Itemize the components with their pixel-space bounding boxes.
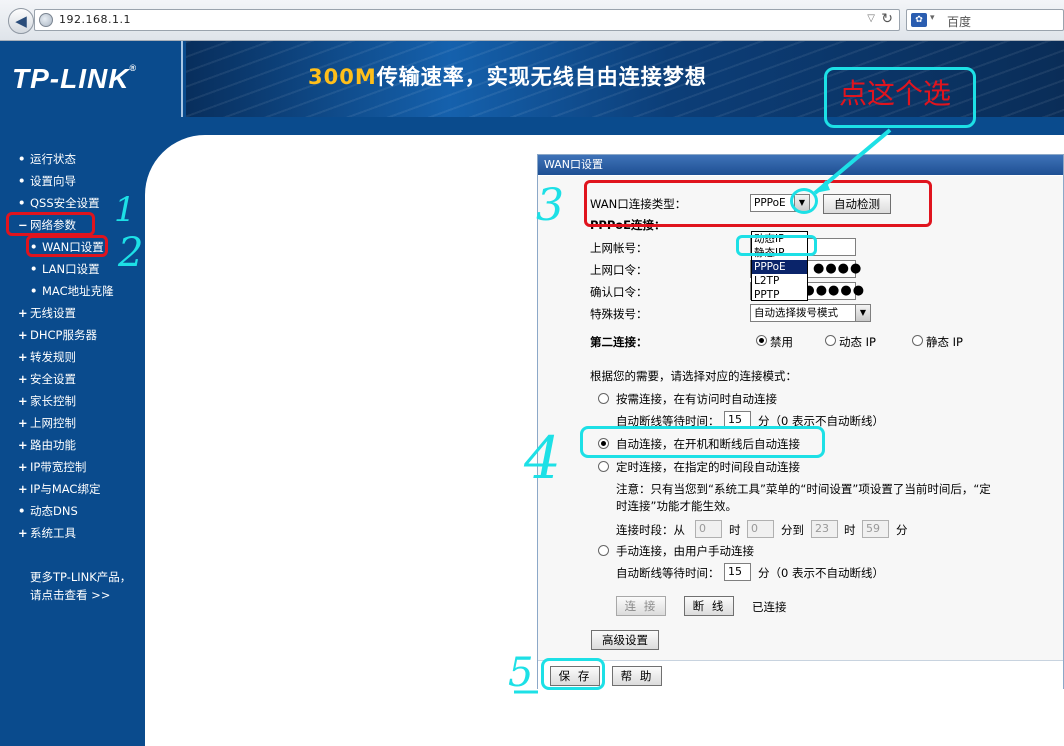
sidebar-item-routing[interactable]: + 路由功能 <box>18 437 76 453</box>
sidebar-item-qss[interactable]: • QSS安全设置 <box>18 195 100 211</box>
annotation-number-4: 4 <box>524 424 561 492</box>
annotation-auto-connect-box <box>580 426 825 458</box>
corner-curve <box>145 135 205 195</box>
sidebar-item-security[interactable]: + 安全设置 <box>18 371 76 387</box>
connect-button[interactable]: 连 接 <box>616 596 666 616</box>
annotation-pppoe-box <box>736 235 817 256</box>
mode-hint: 根据您的需要，请选择对应的连接模式： <box>590 369 797 383</box>
dropdown-option[interactable]: L2TP <box>752 274 807 288</box>
mode-demand-label: 按需连接，在有访问时自动连接 <box>616 392 777 406</box>
period-start-minute[interactable]: 0 <box>747 520 774 538</box>
sidebar-item-ip-mac-binding[interactable]: + IP与MAC绑定 <box>18 481 100 497</box>
special-dial-label: 特殊拨号： <box>590 307 648 321</box>
confirm-password-label: 确认口令： <box>590 285 648 299</box>
mode-timed-label: 定时连接，在指定的时间段自动连接 <box>616 460 800 474</box>
sidebar-item-forwarding[interactable]: + 转发规则 <box>18 349 76 365</box>
mode-timed-radio[interactable] <box>598 461 609 472</box>
sidebar-item-bandwidth[interactable]: + IP带宽控制 <box>18 459 86 475</box>
address-bar[interactable]: 192.168.1.1 ▽ ↻ <box>34 9 900 31</box>
sidebar-item-wireless[interactable]: + 无线设置 <box>18 305 76 321</box>
time-note-line2: 时连接”功能才能生效。 <box>616 499 737 513</box>
password-label: 上网口令： <box>590 263 648 277</box>
idle-time-input-2[interactable]: 15 <box>724 563 751 581</box>
period-label: 连接时段：从 <box>616 523 685 537</box>
period-end-minute[interactable]: 59 <box>862 520 889 538</box>
sidebar-item-access-control[interactable]: + 上网控制 <box>18 415 76 431</box>
globe-icon <box>39 13 53 27</box>
back-arrow-icon[interactable]: ◀ <box>8 8 34 34</box>
panel-title: WAN口设置 <box>538 155 1063 175</box>
annotation-number-1: 1 <box>114 190 136 230</box>
search-box[interactable]: ✿ ▾ 百度 <box>906 9 1064 31</box>
special-dial-select[interactable]: 自动选择拨号模式 ▼ <box>750 304 871 322</box>
annotation-arrow-circle <box>790 188 818 214</box>
second-dynamic-label: 动态 IP <box>839 335 876 349</box>
idle-time-label-2: 自动断线等待时间： <box>616 566 720 580</box>
advanced-settings-button[interactable]: 高级设置 <box>591 630 659 650</box>
second-connection-label: 第二连接： <box>590 335 648 349</box>
panel-footer: 保 存 帮 助 <box>538 660 1063 689</box>
disconnect-button[interactable]: 断 线 <box>684 596 734 616</box>
banner-slogan: 300M传输速率，实现无线自由连接梦想 <box>308 65 707 89</box>
username-label: 上网帐号： <box>590 241 648 255</box>
annotation-wan-box <box>26 235 108 257</box>
url-text: 192.168.1.1 <box>59 13 131 26</box>
sidebar-item-status[interactable]: • 运行状态 <box>18 151 76 167</box>
help-button[interactable]: 帮 助 <box>612 666 662 686</box>
annotation-number-5: 5 <box>508 650 534 696</box>
minute-to-label: 分到 <box>781 523 804 537</box>
annotation-number-3: 3 <box>536 180 564 231</box>
browser-toolbar: ◀ 192.168.1.1 ▽ ↻ ✿ ▾ 百度 <box>0 0 1064 41</box>
annotation-callout-text: 点这个选 <box>839 77 952 110</box>
annotation-save-box <box>541 658 605 690</box>
hour-unit: 时 <box>844 523 856 537</box>
second-dynamic-radio[interactable] <box>825 335 836 346</box>
connection-status: 已连接 <box>752 600 787 614</box>
chevron-down-icon[interactable]: ▼ <box>855 305 870 321</box>
dropdown-option-selected[interactable]: PPPoE <box>752 260 807 274</box>
second-disable-label: 禁用 <box>770 335 793 349</box>
mode-demand-radio[interactable] <box>598 393 609 404</box>
period-end-hour[interactable]: 23 <box>811 520 838 538</box>
chevron-down-icon[interactable]: ▽ <box>867 13 875 24</box>
sidebar-item-ddns[interactable]: • 动态DNS <box>18 503 78 519</box>
mode-manual-label: 手动连接，由用户手动连接 <box>616 544 754 558</box>
sidebar-item-dhcp[interactable]: + DHCP服务器 <box>18 327 97 343</box>
search-engine-chevron-icon[interactable]: ▾ <box>930 13 935 23</box>
sidebar-item-lan[interactable]: • LAN口设置 <box>30 261 100 277</box>
sidebar-item-mac-clone[interactable]: • MAC地址克隆 <box>30 283 114 299</box>
second-disable-radio[interactable] <box>756 335 767 346</box>
search-engine-name: 百度 <box>947 15 972 29</box>
annotation-wan-type-box <box>584 180 932 227</box>
sidebar-item-wizard[interactable]: • 设置向导 <box>18 173 76 189</box>
logo-area: TP-LINK® <box>0 41 183 117</box>
period-start-hour[interactable]: 0 <box>695 520 722 538</box>
more-products-link[interactable]: 更多TP-LINK产品， 请点击查看 >> <box>30 568 131 604</box>
annotation-number-2: 2 <box>118 230 144 276</box>
sidebar-item-system-tools[interactable]: + 系统工具 <box>18 525 76 541</box>
annotation-network-box <box>6 212 95 236</box>
second-static-radio[interactable] <box>912 335 923 346</box>
time-note-line1: 注意：只有当您到“系统工具”菜单的“时间设置”项设置了当前时间后，“定 <box>616 482 991 496</box>
tp-link-logo: TP-LINK® <box>12 63 138 94</box>
dropdown-option[interactable]: PPTP <box>752 288 807 302</box>
mode-manual-radio[interactable] <box>598 545 609 556</box>
sidebar-item-parental[interactable]: + 家长控制 <box>18 393 76 409</box>
minute-unit: 分 <box>896 523 908 537</box>
reload-icon[interactable]: ↻ <box>881 11 893 27</box>
idle-time-unit-2: 分（0 表示不自动断线） <box>758 566 884 580</box>
baidu-paw-icon[interactable]: ✿ <box>911 13 927 27</box>
second-static-label: 静态 IP <box>926 335 963 349</box>
hour-unit: 时 <box>729 523 741 537</box>
